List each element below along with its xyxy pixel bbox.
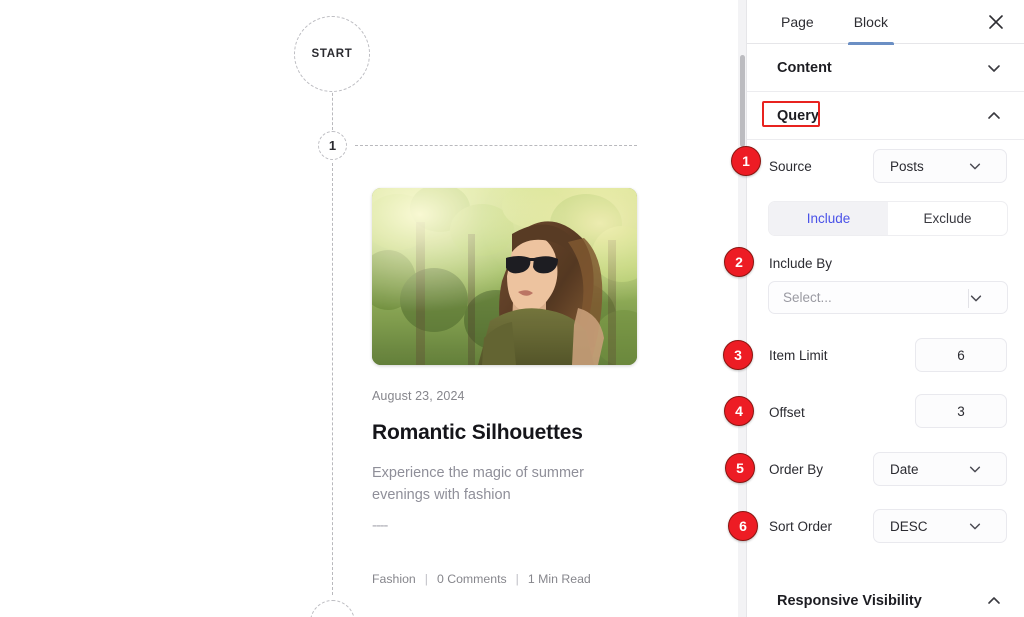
timeline-node-next[interactable]: [310, 600, 355, 617]
callout-badge-1: 1: [731, 146, 761, 176]
editor-canvas: START 1 August 23, 2024 Romantic Silhoue…: [0, 0, 746, 617]
section-header-content[interactable]: Content: [747, 44, 1024, 92]
panel-scrollbar-thumb[interactable]: [740, 55, 745, 147]
tab-block[interactable]: Block: [847, 0, 895, 45]
meta-separator-1: |: [424, 572, 428, 587]
include-by-placeholder: Select...: [783, 290, 832, 305]
post-featured-image: [372, 188, 637, 365]
include-by-label: Include By: [769, 256, 833, 271]
callout-badge-2: 2: [724, 247, 754, 277]
callout-badge-6-label: 6: [739, 518, 747, 534]
section-header-responsive-visibility[interactable]: Responsive Visibility: [747, 577, 1024, 617]
chevron-down-icon: [968, 462, 982, 476]
section-header-query[interactable]: Query: [747, 92, 1024, 140]
post-read-time: 1 Min Read: [527, 572, 591, 587]
offset-input[interactable]: 3: [915, 394, 1007, 428]
timeline-connector-top: [332, 88, 333, 130]
callout-badge-1-label: 1: [742, 153, 750, 169]
timeline-node-1[interactable]: 1: [318, 131, 347, 160]
tab-page[interactable]: Page: [775, 0, 820, 44]
callout-badge-5: 5: [725, 453, 755, 483]
timeline-start-node[interactable]: START: [294, 16, 370, 92]
item-limit-input[interactable]: 6: [915, 338, 1007, 372]
order-by-value: Date: [890, 461, 919, 477]
post-date: August 23, 2024: [372, 389, 465, 403]
post-card[interactable]: August 23, 2024 Romantic Silhouettes Exp…: [372, 188, 638, 586]
sort-order-select[interactable]: DESC: [873, 509, 1007, 543]
offset-value: 3: [957, 403, 965, 419]
chevron-up-icon: [986, 593, 1002, 609]
section-query-label: Query: [777, 107, 819, 124]
timeline-branch-line: [355, 145, 637, 146]
meta-separator-2: |: [515, 572, 519, 587]
section-content-label: Content: [777, 59, 832, 76]
toggle-include-label: Include: [806, 211, 851, 226]
callout-badge-2-label: 2: [735, 254, 743, 270]
source-select[interactable]: Posts: [873, 149, 1007, 183]
timeline-connector-bottom: [332, 163, 333, 595]
callout-badge-5-label: 5: [736, 460, 744, 476]
close-icon[interactable]: [986, 12, 1006, 32]
chevron-down-icon: [968, 519, 982, 533]
post-category[interactable]: Fashion: [372, 572, 416, 586]
section-responsive-label: Responsive Visibility: [777, 593, 922, 609]
chevron-down-icon: [969, 291, 983, 305]
chevron-up-icon: [986, 108, 1002, 124]
toggle-exclude-label: Exclude: [923, 211, 972, 226]
item-limit-value: 6: [957, 347, 965, 363]
source-value: Posts: [890, 158, 924, 174]
source-label: Source: [769, 159, 812, 174]
app-root: START 1 August 23, 2024 Romantic Silhoue…: [0, 0, 1024, 617]
include-exclude-toggle[interactable]: Include Exclude: [768, 201, 1008, 236]
timeline-start-label: START: [311, 48, 353, 60]
chevron-down-icon: [986, 60, 1002, 76]
timeline-node-1-label: 1: [328, 138, 337, 153]
callout-badge-3-label: 3: [734, 347, 742, 363]
post-meta: Fashion | 0 Comments | 1 Min Read: [372, 572, 638, 586]
toggle-option-include[interactable]: Include: [769, 202, 888, 235]
callout-badge-3: 3: [723, 340, 753, 370]
callout-badge-4: 4: [724, 396, 754, 426]
tab-block-label: Block: [853, 13, 888, 30]
order-by-select[interactable]: Date: [873, 452, 1007, 486]
chevron-down-icon: [968, 159, 982, 173]
order-by-label: Order By: [769, 462, 824, 477]
item-limit-label: Item Limit: [769, 348, 828, 363]
tab-page-label: Page: [781, 13, 814, 30]
post-comment-count: 0 Comments: [436, 572, 507, 587]
offset-label: Offset: [769, 405, 805, 420]
include-by-select[interactable]: Select...: [768, 281, 1008, 314]
callout-badge-4-label: 4: [735, 403, 743, 419]
sort-order-value: DESC: [890, 518, 928, 534]
toggle-option-exclude[interactable]: Exclude: [888, 202, 1007, 235]
post-title[interactable]: Romantic Silhouettes: [372, 421, 638, 445]
sort-order-label: Sort Order: [769, 519, 833, 534]
callout-badge-6: 6: [728, 511, 758, 541]
panel-tabbar: Page Block: [747, 0, 1024, 45]
post-excerpt: Experience the magic of summer evenings …: [372, 465, 584, 504]
post-divider-dashes: ----: [372, 518, 388, 535]
